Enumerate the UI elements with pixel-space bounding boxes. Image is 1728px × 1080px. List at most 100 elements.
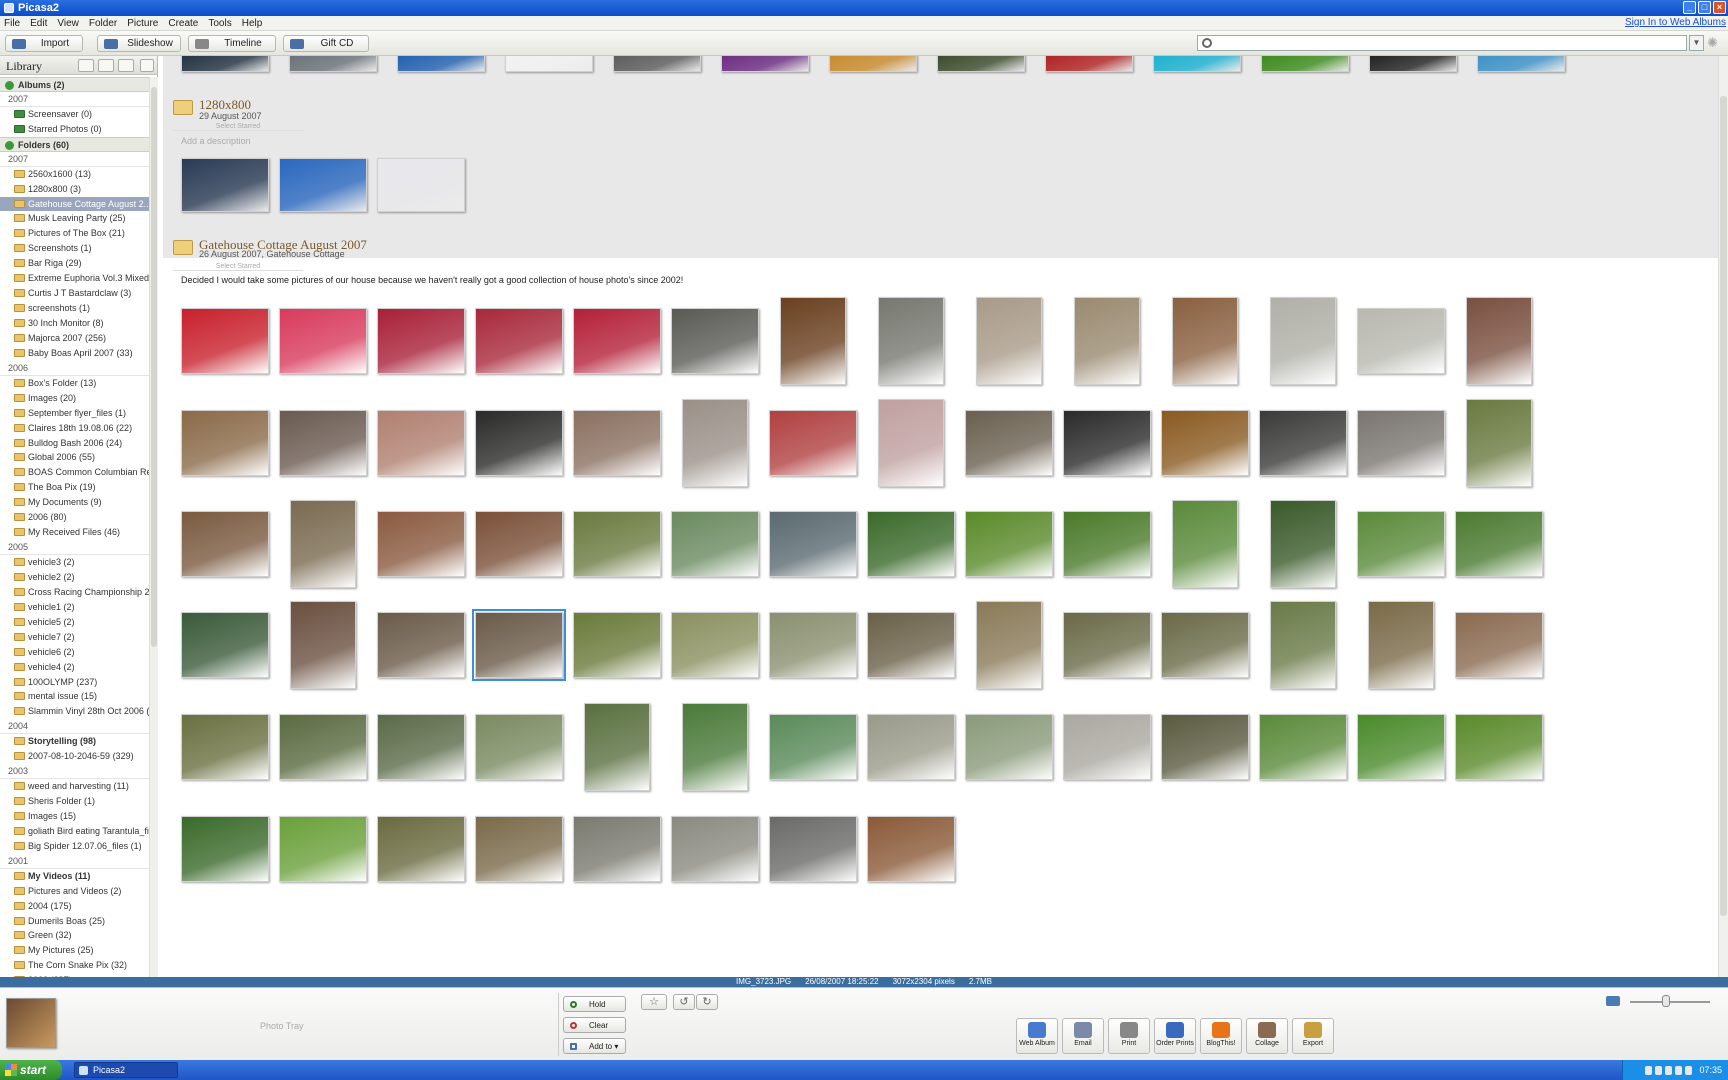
photo-thumbnail[interactable] (573, 308, 661, 374)
photo-thumbnail[interactable] (867, 714, 955, 780)
photo-thumbnail[interactable] (1063, 410, 1151, 476)
zoom-slider-handle[interactable] (1662, 995, 1670, 1007)
folder-item[interactable]: Bulldog Bash 2006 (24) (0, 436, 149, 451)
folder-item[interactable]: Images (15) (0, 809, 149, 824)
photo-thumbnail[interactable] (584, 703, 650, 791)
expand-toggle-icon[interactable] (5, 140, 14, 150)
photo-thumbnail[interactable] (671, 612, 759, 678)
photo-thumbnail[interactable] (867, 511, 955, 577)
photo-thumbnail[interactable] (976, 297, 1042, 385)
album-item[interactable]: Starred Photos (0) (0, 122, 149, 137)
folder-item[interactable]: 100OLYMP (237) (0, 675, 149, 690)
photo-thumbnail[interactable] (573, 612, 661, 678)
photo-thumbnail[interactable] (976, 601, 1042, 689)
photo-thumbnail[interactable] (289, 56, 377, 72)
photo-thumbnail[interactable] (1261, 56, 1349, 72)
folder-item[interactable]: Box's Folder (13) (0, 376, 149, 391)
folder-item[interactable]: vehicle5 (2) (0, 615, 149, 630)
folder-item[interactable]: Cross Racing Championship 2... (0, 585, 149, 600)
photo-thumbnail[interactable] (181, 714, 269, 780)
print-button[interactable]: Print (1108, 1018, 1150, 1054)
photo-thumbnail[interactable] (769, 511, 857, 577)
order-prints-button[interactable]: Order Prints (1154, 1018, 1196, 1054)
folder-item[interactable]: Baby Boas April 2007 (33) (0, 346, 149, 361)
folder-item[interactable]: Images (20) (0, 391, 149, 406)
photo-thumbnail[interactable] (1161, 612, 1249, 678)
photo-thumbnail[interactable] (937, 56, 1025, 72)
photo-thumbnail[interactable] (1172, 297, 1238, 385)
folder-item[interactable]: Slammin Vinyl 28th Oct 2006 (... (0, 704, 149, 719)
folder-item[interactable]: vehicle1 (2) (0, 600, 149, 615)
photo-thumbnail[interactable] (1259, 410, 1347, 476)
close-button[interactable]: × (1713, 1, 1726, 14)
photo-thumbnail[interactable] (377, 410, 465, 476)
folder-item[interactable]: Extreme Euphoria Vol.3 Mixed... (0, 271, 149, 286)
photo-thumbnail[interactable] (1357, 511, 1445, 577)
photo-thumbnail[interactable] (1063, 612, 1151, 678)
timeline-button[interactable]: Timeline (188, 35, 276, 52)
photo-thumbnail[interactable] (290, 500, 356, 588)
library-scrollbar[interactable] (149, 77, 158, 977)
folder-item[interactable]: vehicle6 (2) (0, 645, 149, 660)
photo-thumbnail[interactable] (1161, 410, 1249, 476)
rotate-left-icon[interactable]: ↺ (673, 994, 695, 1010)
folder-item[interactable]: My Videos (11) (0, 869, 149, 884)
search-input[interactable] (1197, 35, 1687, 51)
photo-thumbnail[interactable] (1477, 56, 1565, 72)
photo-thumbnail[interactable] (769, 410, 857, 476)
folder-item[interactable]: goliath Bird eating Tarantula_fi... (0, 824, 149, 839)
photo-thumbnail[interactable] (613, 56, 701, 72)
sign-in-link[interactable]: Sign In to Web Albums (1625, 17, 1726, 28)
add-description[interactable]: Add a description (181, 136, 251, 146)
photo-thumbnail[interactable] (1270, 601, 1336, 689)
photo-thumbnail[interactable] (573, 511, 661, 577)
folder-item[interactable]: Global 2006 (55) (0, 450, 149, 465)
photo-thumbnail[interactable] (1455, 714, 1543, 780)
photo-thumbnail[interactable] (1270, 500, 1336, 588)
folder-item[interactable]: Pictures of The Box (21) (0, 226, 149, 241)
zoom-slider[interactable] (1630, 1001, 1710, 1003)
photo-thumbnail[interactable] (671, 511, 759, 577)
photo-thumbnail[interactable] (279, 714, 367, 780)
photo-thumbnail[interactable] (181, 612, 269, 678)
photo-thumbnail[interactable] (181, 158, 269, 212)
export-button[interactable]: Export (1292, 1018, 1334, 1054)
folder-item[interactable]: Screenshots (1) (0, 241, 149, 256)
photo-thumbnail[interactable] (475, 714, 563, 780)
photo-thumbnail[interactable] (181, 308, 269, 374)
photo-thumbnail[interactable] (1455, 612, 1543, 678)
folder-caption[interactable]: Decided I would take some pictures of ou… (181, 275, 683, 285)
photo-thumbnail[interactable] (780, 297, 846, 385)
photo-thumbnail[interactable] (377, 158, 465, 212)
menu-create[interactable]: Create (168, 18, 198, 29)
photo-thumbnail[interactable] (965, 410, 1053, 476)
folder-item[interactable]: 2006 (80) (0, 510, 149, 525)
search-dropdown-button[interactable]: ▼ (1689, 35, 1704, 51)
photo-thumbnail[interactable] (1259, 714, 1347, 780)
folder-item[interactable]: weed and harvesting (11) (0, 779, 149, 794)
tray-photo[interactable] (6, 998, 56, 1048)
tray-app-icon[interactable] (1665, 1065, 1673, 1075)
photo-thumbnail[interactable] (1074, 297, 1140, 385)
folder-item[interactable]: 2007-08-10-2046-59 (329) (0, 749, 149, 764)
photo-thumbnail[interactable] (475, 511, 563, 577)
maximize-button[interactable]: □ (1698, 1, 1711, 14)
folder-item[interactable]: Bar Riga (29) (0, 256, 149, 271)
photo-thumbnail[interactable] (377, 308, 465, 374)
select-starred[interactable]: Select Starred (173, 263, 303, 271)
photo-thumbnail[interactable] (829, 56, 917, 72)
hold-button[interactable]: Hold (563, 996, 626, 1012)
rotate-right-icon[interactable]: ↻ (696, 994, 718, 1010)
photo-thumbnail[interactable] (878, 399, 944, 487)
folder-item[interactable]: Majorca 2007 (256) (0, 331, 149, 346)
photo-thumbnail[interactable] (1153, 56, 1241, 72)
photo-thumbnail[interactable] (475, 308, 563, 374)
folder-item[interactable]: Pictures and Videos (2) (0, 884, 149, 899)
photo-thumbnail[interactable] (279, 816, 367, 882)
tray-app-icon[interactable] (1675, 1065, 1683, 1075)
menu-tools[interactable]: Tools (208, 18, 231, 29)
photo-thumbnail[interactable] (475, 410, 563, 476)
folder-item[interactable]: vehicle7 (2) (0, 630, 149, 645)
select-starred[interactable]: Select Starred (173, 123, 303, 131)
photo-thumbnail[interactable] (181, 410, 269, 476)
